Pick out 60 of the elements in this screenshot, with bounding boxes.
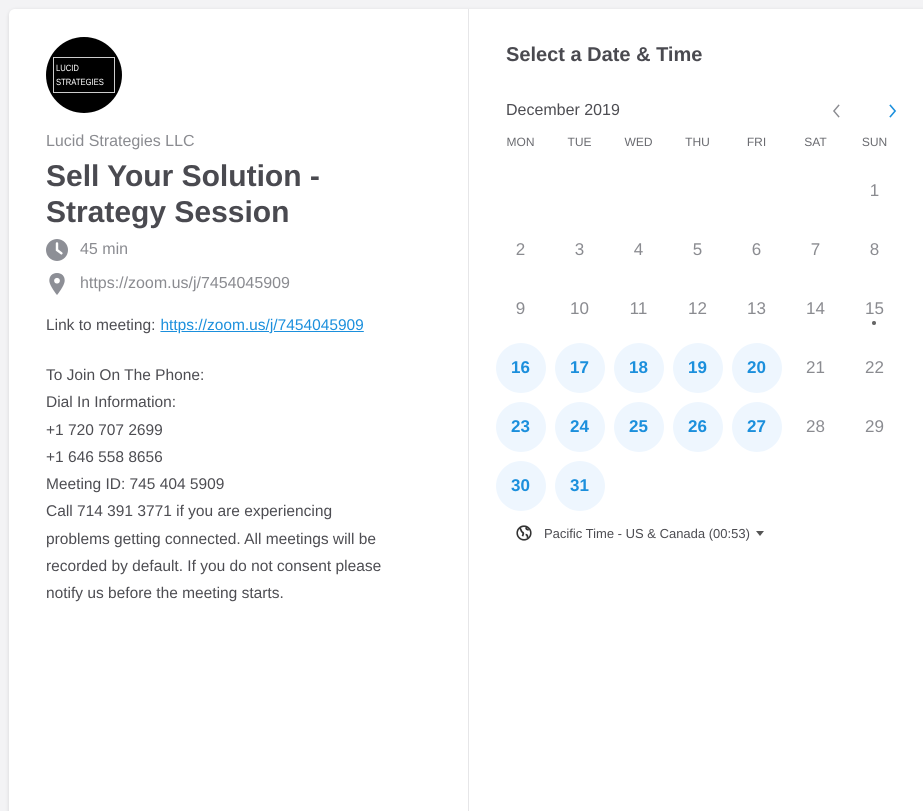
chevron-left-icon: [832, 104, 840, 118]
date-label: 2: [516, 240, 526, 260]
weekday-label: FRI: [746, 135, 768, 151]
description-text: +1 646 558 8656: [46, 448, 164, 468]
available-date[interactable]: 18: [614, 342, 664, 392]
caret-icon: [756, 530, 764, 536]
weekday-label: SAT: [803, 135, 828, 151]
date-label: 6: [752, 240, 762, 260]
logo-text: LUCID: [56, 62, 80, 75]
available-date[interactable]: 30: [496, 460, 546, 510]
clock-icon: [46, 239, 68, 261]
organizer-name: Lucid Strategies LLC: [46, 133, 196, 151]
date-label: 5: [692, 240, 702, 260]
location-text: https://zoom.us/j/7454045909: [80, 275, 290, 293]
date-label: 9: [516, 298, 526, 318]
date-label: 21: [806, 358, 825, 378]
weekday-label: THU: [684, 135, 711, 151]
description-text: Meeting ID: 745 404 5909: [46, 475, 226, 496]
meeting-link[interactable]: https://zoom.us/j/7454045909: [160, 317, 364, 335]
date-label: 4: [634, 240, 644, 260]
available-date[interactable]: 17: [554, 342, 604, 392]
available-date[interactable]: 26: [672, 402, 722, 452]
available-date[interactable]: 27: [732, 402, 782, 452]
weekday-label: WED: [624, 135, 654, 151]
date-label: 29: [865, 416, 884, 436]
chevron-right-icon: [888, 104, 896, 118]
date-label: 1: [870, 180, 880, 200]
date-label: 12: [688, 298, 707, 318]
date-label: 10: [570, 298, 589, 318]
date-label: 14: [806, 298, 825, 318]
description-text: +1 720 707 2699: [46, 420, 164, 441]
available-date[interactable]: 20: [732, 342, 782, 392]
date-label: 28: [806, 416, 825, 436]
duration-text: 45 min: [80, 241, 128, 259]
date-label: 3: [574, 240, 584, 260]
available-date[interactable]: 19: [672, 342, 722, 392]
logo-text: STRATEGIES: [56, 76, 104, 89]
link-label: Link to meeting:: [46, 317, 156, 335]
available-date[interactable]: 31: [554, 460, 604, 510]
description-text: To Join On The Phone:: [46, 366, 206, 386]
calendar-title: Select a Date & Time: [506, 44, 704, 67]
weekday-label: MON: [506, 135, 536, 151]
date-label: 11: [630, 298, 648, 318]
available-date[interactable]: 16: [496, 342, 546, 392]
available-date[interactable]: 23: [496, 402, 546, 452]
date-label: 7: [810, 240, 820, 260]
date-label: 8: [870, 240, 880, 260]
date-label: 15: [865, 298, 884, 318]
available-date[interactable]: 24: [554, 402, 604, 452]
description-text: Call 714 391 3771 if you are experiencing problems getting connected. All meetings will be recorded by default. If you do not consent please notify us before the meeting starts.: [46, 502, 382, 604]
globe-icon: [516, 525, 532, 541]
date-label: 22: [865, 358, 884, 378]
event-title: Sell Your Solution - Strategy Session: [46, 159, 321, 231]
month-label: December 2019: [506, 102, 621, 120]
date-label: 13: [747, 298, 766, 318]
description-text: Dial In Information:: [46, 393, 178, 414]
weekday-label: SUN: [860, 135, 888, 151]
available-date[interactable]: 25: [614, 402, 664, 452]
timezone-dropdown[interactable]: Pacific Time - US & Canada (00:53): [544, 526, 764, 540]
weekday-label: TUE: [566, 135, 592, 151]
